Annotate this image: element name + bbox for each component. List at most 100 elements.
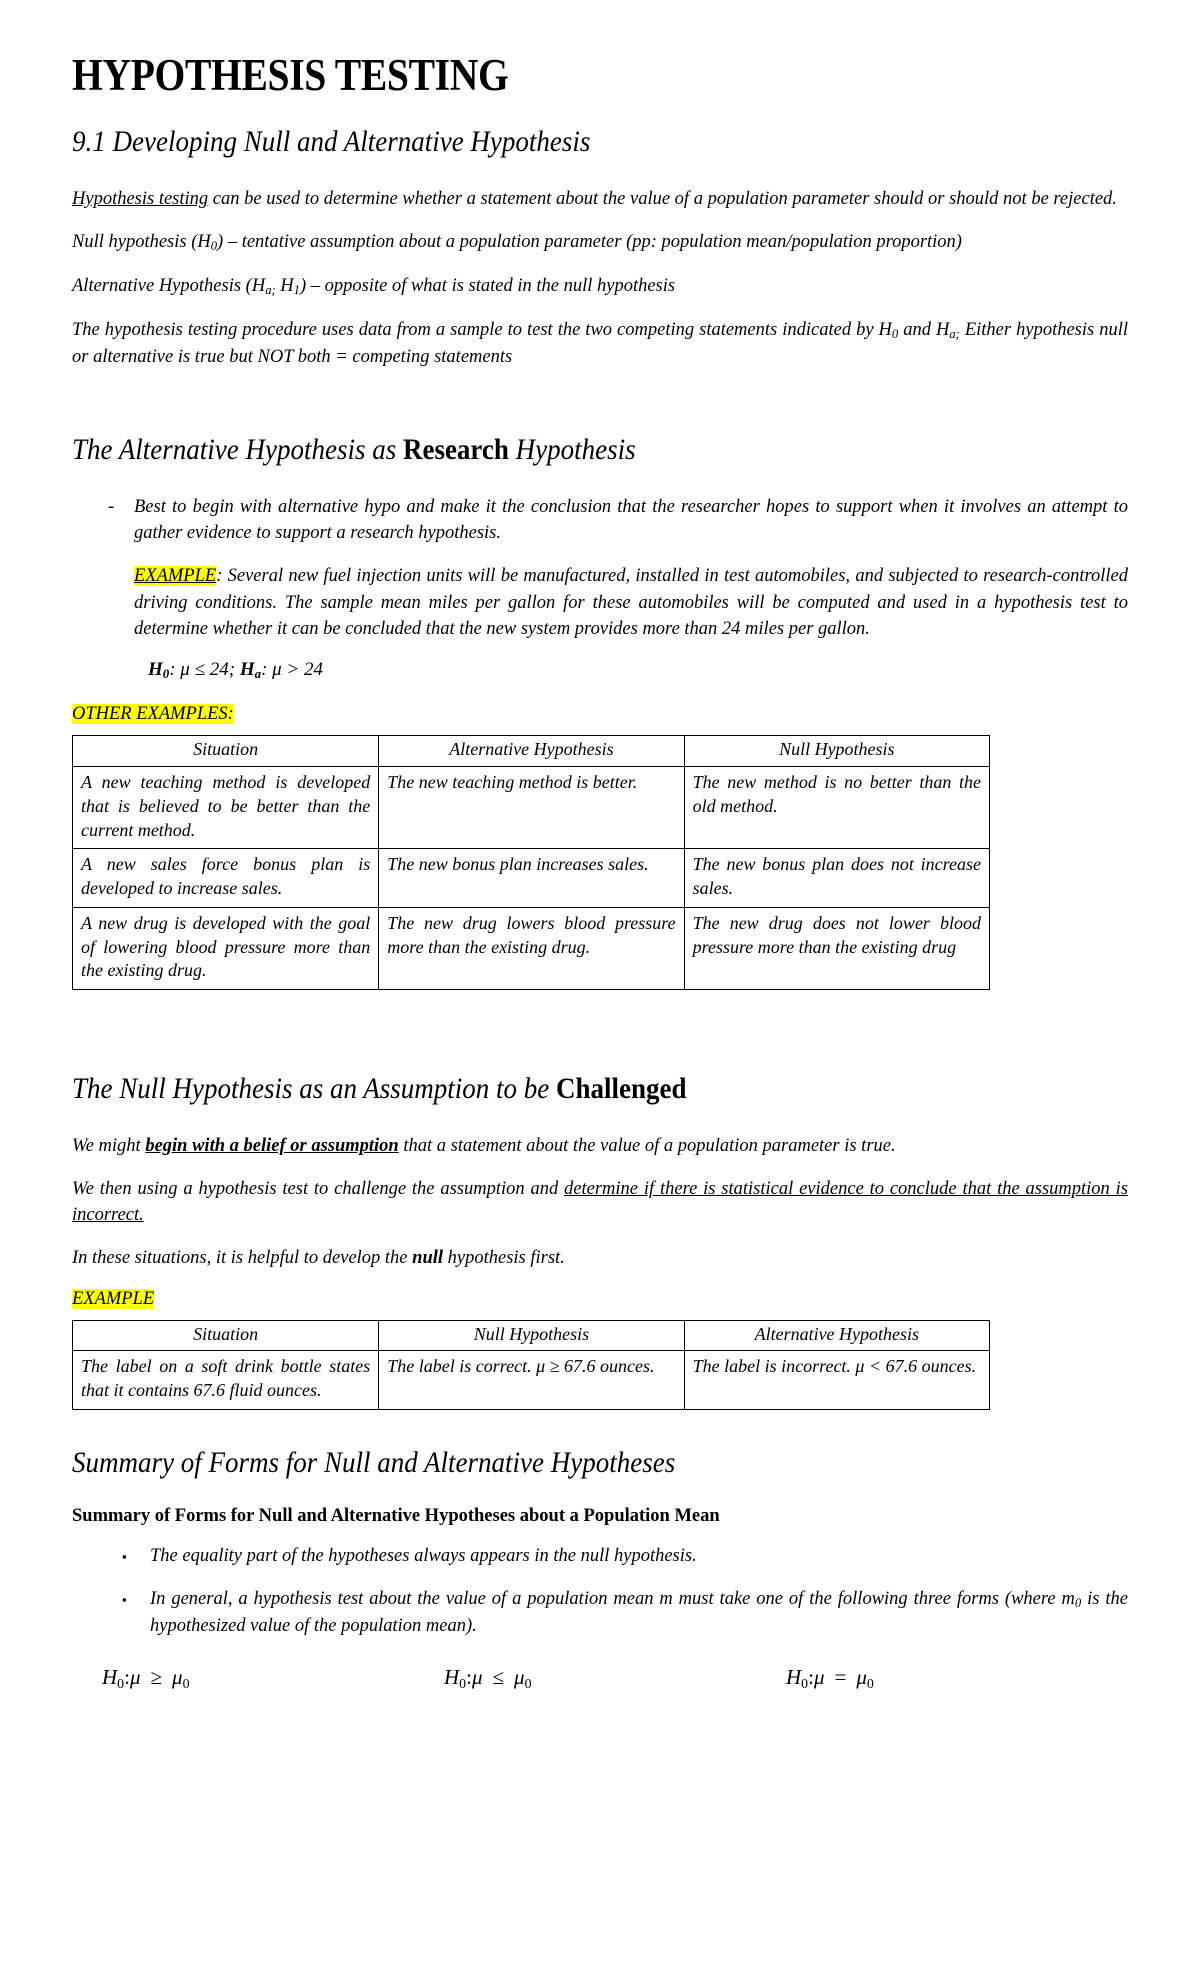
- formula-form-eq: H0:μ = μ0: [786, 1665, 1128, 1692]
- heading-summary-of-forms: Summary of Forms for Null and Alternativ…: [72, 1445, 676, 1479]
- table-row: The label on a soft drink bottle states …: [71, 1350, 991, 1410]
- table2-r0-c2: The label is incorrect. μ < 67.6 ounces.: [683, 1350, 991, 1410]
- heading-alternative-as-research: The Alternative Hypothesis as Research H…: [72, 433, 1022, 468]
- formula2-op: =: [834, 1664, 847, 1689]
- paragraph-challenge-assumption: We then using a hypothesis test to chall…: [72, 1176, 1128, 1229]
- document-page: HYPOTHESIS TESTING 9.1 Developing Null a…: [0, 0, 1200, 1976]
- alt-hyp-body: ) – opposite of what is stated in the nu…: [299, 276, 676, 297]
- summary-bullet-three-forms: In general, a hypothesis test about the …: [150, 1586, 1128, 1639]
- example-label-2: EXAMPLE: [72, 1288, 155, 1309]
- formula-fuel-hypotheses: H0: μ ≤ 24; Ha: μ > 24: [72, 659, 1128, 682]
- alt-hyp-mid: H: [275, 276, 294, 297]
- table-header-row: Situation Alternative Hypothesis Null Hy…: [71, 735, 991, 768]
- formula2-mu0sub: 0: [866, 1676, 874, 1692]
- formula-ha-body: : μ > 24: [261, 659, 324, 681]
- formula-form-le: H0:μ ≤ μ0: [444, 1665, 786, 1692]
- table1-r1-c0: A new sales force bonus plan is develope…: [71, 848, 380, 908]
- square-bullet-icon: ▪: [122, 1549, 127, 1565]
- square-bullet-icon: ▪: [122, 1591, 127, 1607]
- dash-bullet-icon: -: [108, 496, 115, 517]
- section-heading-9-1: 9.1 Developing Null and Alternative Hypo…: [72, 125, 591, 159]
- table1-r0-c2: The new method is no better than the old…: [683, 766, 991, 850]
- formula1-h: H: [444, 1664, 460, 1689]
- paragraph-hypothesis-testing-rest: can be used to determine whether a state…: [208, 188, 1117, 209]
- heading-part-bold: Research: [402, 433, 509, 467]
- other-examples-label: OTHER EXAMPLES:: [72, 704, 234, 725]
- table-soft-drink-example: Situation Null Hypothesis Alternative Hy…: [71, 1319, 991, 1410]
- paragraph-alternative-hypothesis-def: Alternative Hypothesis (Ha; H1) – opposi…: [72, 273, 1128, 300]
- table1-r0-c0: A new teaching method is developed that …: [71, 766, 380, 850]
- table1-r2-c2: The new drug does not lower blood pressu…: [683, 906, 991, 991]
- belief-part-a: We might: [72, 1135, 146, 1156]
- example-body-text: : Several new fuel injection units will …: [134, 566, 1128, 639]
- list-item: ▪ The equality part of the hypotheses al…: [72, 1543, 1128, 1570]
- paragraph-belief-assumption: We might begin with a belief or assumpti…: [72, 1133, 1128, 1159]
- formula2-h: H: [786, 1664, 802, 1689]
- alt-hyp-label: Alternative Hypothesis (H: [72, 276, 266, 297]
- table2-header-alternative: Alternative Hypothesis: [683, 1319, 991, 1352]
- table1-r2-c1: The new drug lowers blood pressure more …: [378, 906, 685, 991]
- list-item: ▪ In general, a hypothesis test about th…: [72, 1586, 1128, 1639]
- table-row: A new teaching method is developed that …: [71, 766, 991, 850]
- belief-underlined-bold: begin with a belief or assumption: [145, 1135, 399, 1156]
- formula-three-forms-row: H0:μ ≥ μ0 H0:μ ≤ μ0 H0:μ = μ0: [72, 1665, 1128, 1692]
- null-hyp-label: Null hypothesis (H: [72, 232, 211, 253]
- develop-part-a: In these situations, it is helpful to de…: [72, 1248, 413, 1269]
- paragraph-hypothesis-testing-def: Hypothesis testing can be used to determ…: [72, 186, 1128, 212]
- heading2-part-pre: The Null Hypothesis as an Assumption to …: [72, 1072, 557, 1106]
- table-row: A new drug is developed with the goal of…: [71, 906, 991, 991]
- formula0-mu0: μ: [172, 1664, 183, 1689]
- page-title: HYPOTHESIS TESTING: [72, 50, 509, 100]
- table1-r2-c0: A new drug is developed with the goal of…: [71, 906, 380, 991]
- procedure-part-a: The hypothesis testing procedure uses da…: [72, 320, 892, 341]
- list-item: - Best to begin with alternative hypo an…: [72, 494, 1128, 547]
- table2-r0-c0: The label on a soft drink bottle states …: [71, 1350, 380, 1410]
- formula-h0: H0: [148, 659, 170, 682]
- develop-part-b: hypothesis first.: [443, 1248, 565, 1269]
- formula2-mu0: μ: [856, 1664, 867, 1689]
- term-hypothesis-testing: Hypothesis testing: [72, 188, 209, 209]
- formula1-mu: μ: [471, 1664, 483, 1689]
- table1-r0-c1: The new teaching method is better.: [378, 766, 685, 850]
- table2-r0-c1: The label is correct. μ ≥ 67.6 ounces.: [378, 1350, 685, 1410]
- formula1-mu0sub: 0: [524, 1676, 532, 1692]
- table-row: A new sales force bonus plan is develope…: [71, 848, 991, 908]
- table1-header-null: Null Hypothesis: [683, 735, 991, 768]
- heading2-part-bold: Challenged: [556, 1072, 687, 1106]
- formula-h0-body: : μ ≤ 24;: [169, 659, 240, 681]
- formula0-op: ≥: [150, 1664, 163, 1689]
- formula1-mu0: μ: [514, 1664, 525, 1689]
- table-header-row: Situation Null Hypothesis Alternative Hy…: [71, 1319, 991, 1352]
- bullet-best-to-begin: Best to begin with alternative hypo and …: [134, 496, 1128, 544]
- paragraph-null-hypothesis-def: Null hypothesis (H0) – tentative assumpt…: [72, 229, 1128, 256]
- three-forms-part-a: In general, a hypothesis test about the …: [150, 1588, 1075, 1609]
- table1-header-situation: Situation: [71, 735, 380, 768]
- formula0-mu: μ: [129, 1664, 141, 1689]
- heading-part-pre: The Alternative Hypothesis as: [72, 433, 403, 467]
- develop-bold-null: null: [412, 1248, 444, 1269]
- formula0-mu0sub: 0: [182, 1676, 190, 1692]
- formula0-h: H: [102, 1664, 118, 1689]
- summary-bullet-equality: The equality part of the hypotheses alwa…: [150, 1546, 697, 1567]
- procedure-mid: and H: [898, 320, 950, 341]
- summary-subheading: Summary of Forms for Null and Alternativ…: [72, 1506, 720, 1527]
- belief-part-b: that a statement about the value of a po…: [398, 1135, 896, 1156]
- null-hyp-body: ) – tentative assumption about a populat…: [217, 232, 962, 253]
- heading-null-as-assumption: The Null Hypothesis as an Assumption to …: [72, 1072, 1022, 1107]
- paragraph-procedure: The hypothesis testing procedure uses da…: [72, 317, 1128, 370]
- example-label-highlight: EXAMPLE: [134, 566, 217, 587]
- table2-header-null: Null Hypothesis: [378, 1319, 685, 1352]
- table-other-examples: Situation Alternative Hypothesis Null Hy…: [71, 735, 991, 991]
- table1-r1-c2: The new bonus plan does not increase sal…: [683, 848, 991, 908]
- formula1-op: ≤: [492, 1664, 505, 1689]
- alt-hyp-subscript-a: a;: [265, 283, 276, 298]
- procedure-subscript-a: a;: [949, 327, 960, 342]
- table2-header-situation: Situation: [71, 1319, 380, 1352]
- example-paragraph: EXAMPLE: Several new fuel injection unit…: [134, 563, 1128, 642]
- heading-part-post: Hypothesis: [508, 433, 636, 467]
- table1-header-alternative: Alternative Hypothesis: [378, 735, 685, 768]
